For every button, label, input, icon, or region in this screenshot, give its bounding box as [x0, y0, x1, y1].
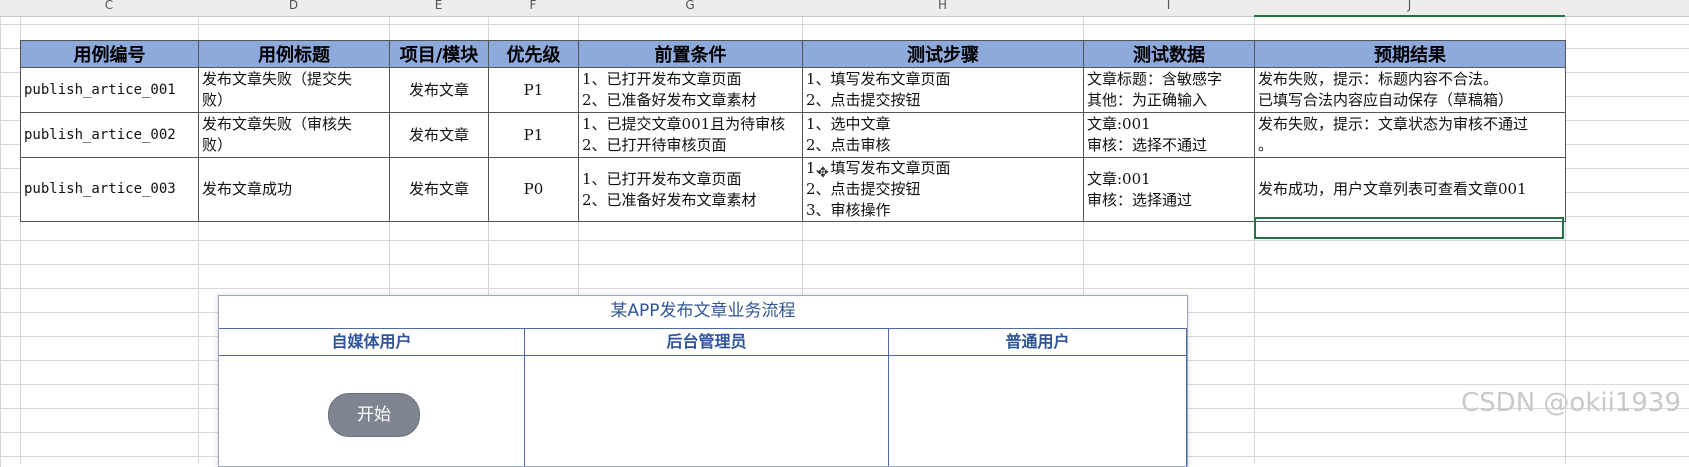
column-header-i[interactable]: I	[1083, 0, 1254, 12]
header-case-title[interactable]: 用例标题	[198, 40, 390, 68]
cell-test-data[interactable]: 文章:001 审核：选择通过	[1083, 157, 1255, 222]
flow-start-node[interactable]: 开始	[328, 393, 420, 437]
move-cursor-icon: ✥	[817, 165, 829, 181]
cell-expected[interactable]: 发布成功，用户文章列表可查看文章001	[1254, 157, 1566, 222]
header-case-id[interactable]: 用例编号	[20, 40, 199, 68]
column-header-j[interactable]: J	[1254, 0, 1565, 12]
cell-module[interactable]: 发布文章	[389, 67, 489, 113]
column-header-c[interactable]: C	[20, 0, 198, 12]
cell-precondition[interactable]: 1、已打开发布文章页面 2、已准备好发布文章素材	[578, 67, 803, 113]
table-row: publish_artice_003 发布文章成功 发布文章 P0 1、已打开发…	[20, 157, 1566, 222]
flowchart-embed[interactable]: 某APP发布文章业务流程 自媒体用户 后台管理员 普通用户 开始	[218, 295, 1188, 467]
table-row: publish_artice_002 发布文章失败（审核失 败） 发布文章 P1…	[20, 112, 1566, 158]
cell-case-title[interactable]: 发布文章成功	[198, 157, 390, 222]
header-expected[interactable]: 预期结果	[1254, 40, 1566, 68]
flowchart-title: 某APP发布文章业务流程	[219, 296, 1187, 329]
swimlane-header: 自媒体用户	[219, 329, 524, 356]
column-header-h[interactable]: H	[802, 0, 1083, 12]
cell-precondition[interactable]: 1、已打开发布文章页面 2、已准备好发布文章素材	[578, 157, 803, 222]
cell-case-id[interactable]: publish_artice_003	[20, 157, 199, 222]
cell-steps[interactable]: 1、选中文章 2、点击审核	[802, 112, 1084, 158]
cell-test-data[interactable]: 文章标题：含敏感字 其他：为正确输入	[1083, 67, 1255, 113]
cell-test-data[interactable]: 文章:001 审核：选择不通过	[1083, 112, 1255, 158]
header-steps[interactable]: 测试步骤	[802, 40, 1084, 68]
table-row: publish_artice_001 发布文章失败（提交失 败） 发布文章 P1…	[20, 67, 1566, 113]
cell-expected[interactable]: 发布失败，提示：标题内容不合法。 已填写合法内容应自动保存（草稿箱）	[1254, 67, 1566, 113]
column-header-d[interactable]: D	[198, 0, 389, 12]
header-precondition[interactable]: 前置条件	[578, 40, 803, 68]
cell-module[interactable]: 发布文章	[389, 112, 489, 158]
table-header-row: 用例编号 用例标题 项目/模块 优先级 前置条件 测试步骤 测试数据 预期结果	[20, 40, 1566, 68]
cell-priority[interactable]: P1	[488, 112, 579, 158]
selected-column-indicator	[1254, 15, 1565, 17]
cell-module[interactable]: 发布文章	[389, 157, 489, 222]
cell-priority[interactable]: P0	[488, 157, 579, 222]
column-header-bar: C D E F G H I J	[0, 0, 1689, 17]
header-priority[interactable]: 优先级	[488, 40, 579, 68]
cell-case-title[interactable]: 发布文章失败（审核失 败）	[198, 112, 390, 158]
cell-steps[interactable]: 1、填写发布文章页面 2、点击提交按钮 3、审核操作	[802, 157, 1084, 222]
cell-precondition[interactable]: 1、已提交文章001且为待审核 2、已打开待审核页面	[578, 112, 803, 158]
swimlane-regular-user: 普通用户	[889, 329, 1187, 466]
column-header-f[interactable]: F	[488, 0, 578, 12]
header-test-data[interactable]: 测试数据	[1083, 40, 1255, 68]
cell-steps[interactable]: 1、填写发布文章页面 2、点击提交按钮	[802, 67, 1084, 113]
column-header-g[interactable]: G	[578, 0, 802, 12]
header-module[interactable]: 项目/模块	[389, 40, 489, 68]
cell-expected[interactable]: 发布失败，提示：文章状态为审核不通过 。	[1254, 112, 1566, 158]
swimlane-header: 后台管理员	[525, 329, 888, 356]
active-cell-selection[interactable]	[1254, 217, 1564, 239]
cell-case-title[interactable]: 发布文章失败（提交失 败）	[198, 67, 390, 113]
cell-case-id[interactable]: publish_artice_002	[20, 112, 199, 158]
cell-case-id[interactable]: publish_artice_001	[20, 67, 199, 113]
swimlane-header: 普通用户	[889, 329, 1186, 356]
test-case-table: 用例编号 用例标题 项目/模块 优先级 前置条件 测试步骤 测试数据 预期结果 …	[20, 40, 1566, 222]
watermark: CSDN @okii1939	[1461, 388, 1681, 418]
column-header-e[interactable]: E	[389, 0, 488, 12]
cell-priority[interactable]: P1	[488, 67, 579, 113]
swimlane-admin: 后台管理员	[525, 329, 889, 466]
